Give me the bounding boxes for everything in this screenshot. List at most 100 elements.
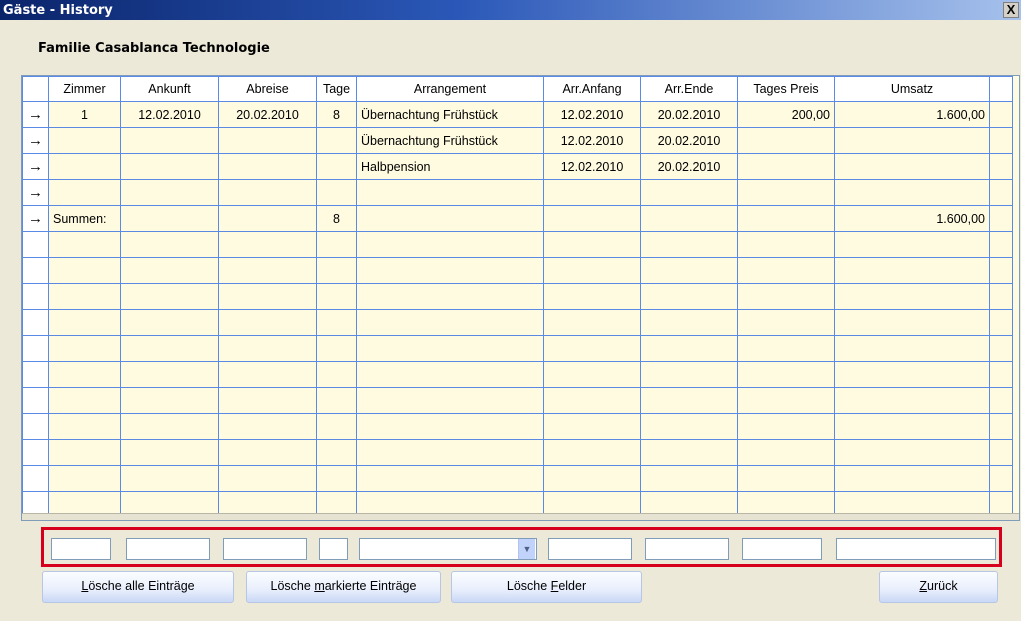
cell-abreise[interactable] — [218, 335, 317, 362]
cell-zimmer[interactable]: 1 — [48, 101, 121, 128]
table-row[interactable] — [22, 309, 1013, 336]
table-row[interactable] — [22, 387, 1013, 414]
cell-arr-ende[interactable] — [640, 257, 738, 284]
column-header[interactable]: Tages Preis — [737, 76, 835, 102]
cell-arrangement[interactable]: Übernachtung Frühstück — [356, 101, 544, 128]
delete-all-button[interactable]: Lösche alle Einträge — [42, 571, 234, 603]
cell-arr-ende[interactable] — [640, 231, 738, 258]
delete-marked-button[interactable]: Lösche markierte Einträge — [246, 571, 441, 603]
cell-abreise[interactable] — [218, 127, 317, 154]
cell-tage[interactable]: 8 — [316, 205, 357, 232]
cell-tages-preis[interactable] — [737, 361, 835, 388]
cell-zimmer[interactable] — [48, 361, 121, 388]
cell-ankunft[interactable] — [120, 335, 219, 362]
cell-arr-anfang[interactable]: 12.02.2010 — [543, 153, 641, 180]
cell-zimmer[interactable] — [48, 257, 121, 284]
cell-umsatz[interactable] — [834, 153, 990, 180]
cell-arrangement[interactable] — [356, 257, 544, 284]
cell-tages-preis[interactable] — [737, 127, 835, 154]
cell-ankunft[interactable] — [120, 439, 219, 466]
cell-ankunft[interactable] — [120, 153, 219, 180]
cell-umsatz[interactable] — [834, 465, 990, 492]
cell-abreise[interactable] — [218, 231, 317, 258]
cell-zimmer[interactable] — [48, 387, 121, 414]
cell-zimmer[interactable] — [48, 439, 121, 466]
row-selector[interactable] — [22, 465, 49, 492]
column-header[interactable]: Zimmer — [48, 76, 121, 102]
cell-abreise[interactable] — [218, 153, 317, 180]
cell-tage[interactable] — [316, 231, 357, 258]
cell-tages-preis[interactable] — [737, 283, 835, 310]
row-selector[interactable] — [22, 231, 49, 258]
cell-umsatz[interactable] — [834, 387, 990, 414]
cell-arr-anfang[interactable] — [543, 205, 641, 232]
cell-tage[interactable] — [316, 127, 357, 154]
cell-arr-ende[interactable] — [640, 387, 738, 414]
filter-arr-ende-field[interactable] — [645, 538, 729, 560]
row-selector[interactable]: → — [22, 153, 49, 180]
filter-abreise-field[interactable] — [223, 538, 307, 560]
filter-arr-anfang-field[interactable] — [548, 538, 632, 560]
horizontal-scrollbar[interactable] — [22, 513, 1019, 520]
cell-ankunft[interactable] — [120, 465, 219, 492]
cell-umsatz[interactable]: 1.600,00 — [834, 101, 990, 128]
cell-arrangement[interactable] — [356, 283, 544, 310]
cell-arrangement[interactable] — [356, 413, 544, 440]
cell-arrangement[interactable] — [356, 335, 544, 362]
back-button[interactable]: Zurück — [879, 571, 998, 603]
cell-tages-preis[interactable] — [737, 257, 835, 284]
cell-zimmer[interactable] — [48, 465, 121, 492]
row-selector[interactable] — [22, 387, 49, 414]
filter-zimmer-field[interactable] — [51, 538, 111, 560]
table-row[interactable] — [22, 283, 1013, 310]
cell-ankunft[interactable] — [120, 231, 219, 258]
row-selector[interactable] — [22, 257, 49, 284]
delete-fields-button[interactable]: Lösche Felder — [451, 571, 642, 603]
row-selector[interactable]: → — [22, 101, 49, 128]
cell-ankunft[interactable] — [120, 413, 219, 440]
column-header[interactable]: Arr.Ende — [640, 76, 738, 102]
cell-arrangement[interactable]: Übernachtung Frühstück — [356, 127, 544, 154]
cell-arr-anfang[interactable] — [543, 283, 641, 310]
cell-arr-ende[interactable] — [640, 309, 738, 336]
cell-arr-ende[interactable] — [640, 179, 738, 206]
cell-arr-anfang[interactable] — [543, 413, 641, 440]
cell-arr-ende[interactable] — [640, 439, 738, 466]
column-header[interactable]: Arrangement — [356, 76, 544, 102]
row-selector[interactable] — [22, 439, 49, 466]
cell-tage[interactable] — [316, 361, 357, 388]
cell-umsatz[interactable] — [834, 231, 990, 258]
cell-ankunft[interactable] — [120, 179, 219, 206]
cell-arrangement[interactable] — [356, 231, 544, 258]
row-selector[interactable] — [22, 309, 49, 336]
cell-tage[interactable] — [316, 465, 357, 492]
cell-umsatz[interactable] — [834, 361, 990, 388]
table-row[interactable]: → — [22, 179, 1013, 206]
column-header[interactable]: Abreise — [218, 76, 317, 102]
close-button[interactable]: X — [1003, 2, 1019, 18]
cell-tage[interactable] — [316, 257, 357, 284]
cell-zimmer[interactable] — [48, 127, 121, 154]
cell-zimmer[interactable] — [48, 231, 121, 258]
cell-ankunft[interactable] — [120, 283, 219, 310]
cell-tage[interactable] — [316, 179, 357, 206]
cell-tage[interactable] — [316, 283, 357, 310]
cell-tages-preis[interactable] — [737, 465, 835, 492]
cell-tage[interactable] — [316, 387, 357, 414]
combo-dropdown-arrow-icon[interactable]: ▼ — [518, 539, 535, 559]
table-row[interactable]: → Übernachtung Frühstück 12.02.2010 20.02.2… — [22, 127, 1013, 154]
cell-tages-preis[interactable] — [737, 205, 835, 232]
cell-tage[interactable] — [316, 413, 357, 440]
cell-abreise[interactable] — [218, 257, 317, 284]
cell-arr-anfang[interactable] — [543, 465, 641, 492]
cell-arr-anfang[interactable] — [543, 231, 641, 258]
cell-arrangement[interactable] — [356, 205, 544, 232]
cell-arr-ende[interactable] — [640, 205, 738, 232]
filter-tage-field[interactable] — [319, 538, 348, 560]
cell-arrangement[interactable] — [356, 387, 544, 414]
cell-arr-ende[interactable]: 20.02.2010 — [640, 153, 738, 180]
cell-umsatz[interactable] — [834, 335, 990, 362]
cell-tages-preis[interactable] — [737, 231, 835, 258]
row-selector[interactable] — [22, 335, 49, 362]
row-selector[interactable] — [22, 361, 49, 388]
